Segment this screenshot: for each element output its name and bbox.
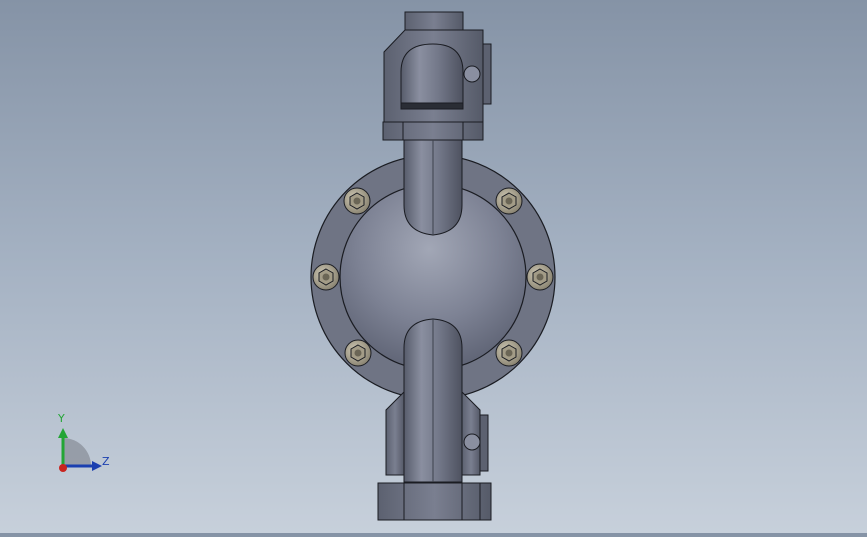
bolt-bottom-left: [344, 339, 372, 367]
pump-model[interactable]: [0, 0, 867, 533]
triad-plane-icon: [63, 438, 91, 466]
y-axis-label: Y: [58, 412, 65, 425]
top-flange: [382, 121, 484, 141]
bolt-top-right: [495, 187, 523, 215]
cad-viewport[interactable]: [0, 0, 867, 533]
coordinate-triad: Y Z: [48, 410, 128, 480]
bolt-mid-right: [526, 263, 554, 291]
top-elbow-band: [400, 102, 464, 110]
top-plug-icon: [463, 65, 481, 83]
bolt-bottom-right: [495, 339, 523, 367]
top-manifold-side: [482, 43, 492, 105]
lower-manifold-right: [461, 390, 481, 476]
lower-manifold-side: [479, 414, 489, 472]
bolt-mid-left: [312, 263, 340, 291]
base-foot: [377, 482, 492, 521]
top-elbow: [400, 43, 464, 109]
top-outlet-stub: [404, 11, 464, 33]
bolt-top-left: [343, 187, 371, 215]
z-axis-label: Z: [102, 455, 110, 468]
x-axis-icon: [59, 464, 67, 472]
lower-plug-icon: [463, 433, 481, 451]
lower-manifold: [385, 390, 405, 476]
